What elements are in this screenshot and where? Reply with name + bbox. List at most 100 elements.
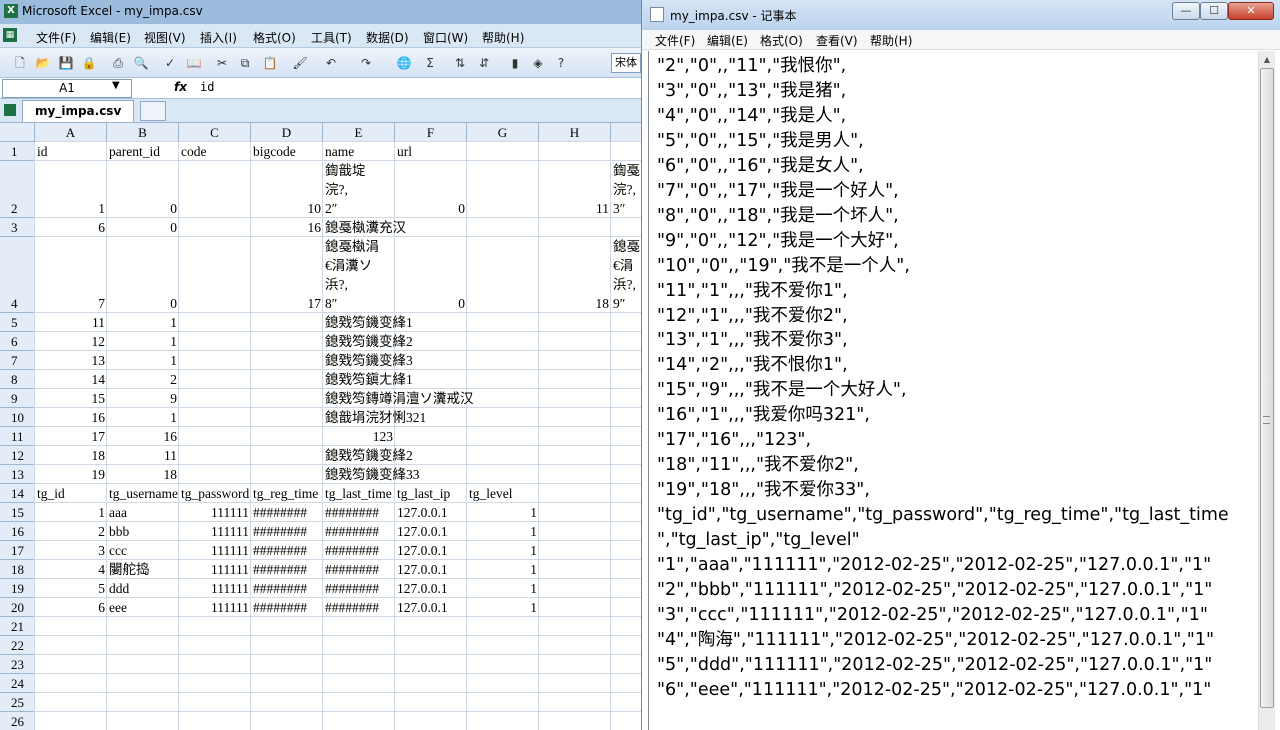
cell[interactable]: 鎴戣笉鏄竴涓澶ソ瀵戒汉	[323, 389, 543, 408]
row-header-7[interactable]: 7	[0, 351, 35, 370]
undo-icon[interactable]: ↶	[323, 55, 339, 71]
cell[interactable]: 7	[35, 237, 107, 313]
row-header-3[interactable]: 3	[0, 218, 35, 237]
row-header-2[interactable]: 2	[0, 161, 35, 218]
drawing-icon[interactable]: ◈	[530, 55, 546, 71]
cell[interactable]: 5	[35, 579, 107, 598]
row-header-25[interactable]: 25	[0, 693, 35, 712]
cell[interactable]: 鍧戠埞 浣?, 2″	[323, 161, 395, 218]
cell[interactable]: 127.0.0.1	[395, 579, 467, 598]
cell[interactable]: 111111	[179, 522, 251, 541]
cell[interactable]: 127.0.0.1	[395, 560, 467, 579]
row-header-26[interactable]: 26	[0, 712, 35, 730]
cell[interactable]: ########	[251, 503, 323, 522]
cell[interactable]: parent_id	[107, 142, 179, 161]
cut-icon[interactable]: ✂	[214, 55, 230, 71]
scroll-up-icon[interactable]: ▲	[1259, 51, 1275, 68]
cell[interactable]: ########	[251, 560, 323, 579]
cell[interactable]: tg_id	[35, 484, 107, 503]
cell[interactable]: 17	[251, 237, 323, 313]
cell[interactable]: 1	[35, 161, 107, 218]
cell[interactable]: 11	[539, 161, 611, 218]
cell[interactable]: 0	[107, 161, 179, 218]
excel-app-icon[interactable]: X	[4, 4, 18, 18]
cell[interactable]: 15	[35, 389, 107, 408]
cell[interactable]: name	[323, 142, 395, 161]
cell[interactable]: ccc	[107, 541, 179, 560]
cell[interactable]: 19	[35, 465, 107, 484]
save-icon[interactable]: 💾	[58, 55, 74, 71]
cell[interactable]: 0	[395, 161, 467, 218]
cell[interactable]: ########	[251, 522, 323, 541]
column-header-H[interactable]: H	[539, 123, 611, 142]
column-header-C[interactable]: C	[179, 123, 251, 142]
cell[interactable]: 鎴戣笉鐖变綘2	[323, 332, 543, 351]
cell[interactable]: 1	[467, 541, 539, 560]
cell[interactable]: 127.0.0.1	[395, 598, 467, 617]
spreadsheet-grid[interactable]: A B C D E F G H 1 2 3 4 5 6 7 8 9 10 11 12 13 14 15 16 17 18 19 20 2…	[0, 123, 641, 730]
row-header-13[interactable]: 13	[0, 465, 35, 484]
cell[interactable]: 1	[467, 560, 539, 579]
cell[interactable]: 18	[107, 465, 179, 484]
cell[interactable]: bbb	[107, 522, 179, 541]
column-header-A[interactable]: A	[35, 123, 107, 142]
row-header-12[interactable]: 12	[0, 446, 35, 465]
np-menu-format[interactable]: 格式(O)	[760, 32, 803, 49]
row-header-18[interactable]: 18	[0, 560, 35, 579]
cell[interactable]: ########	[323, 579, 395, 598]
tab-my-impa[interactable]: my_impa.csv	[22, 100, 134, 122]
notepad-line[interactable]: "11","1",,,"我不爱你1",	[657, 279, 1257, 304]
cell[interactable]: 1	[107, 408, 179, 427]
spelling-icon[interactable]: ✓	[162, 55, 178, 71]
notepad-line[interactable]: "2","0",,"11","我恨你",	[657, 54, 1257, 79]
cell[interactable]: 127.0.0.1	[395, 503, 467, 522]
cell[interactable]: 6	[35, 218, 107, 237]
column-header-partial[interactable]	[611, 123, 641, 142]
workbook-icon[interactable]: ▦	[3, 28, 17, 42]
notepad-line[interactable]: ","tg_last_ip","tg_level"	[657, 528, 1257, 553]
permission-icon[interactable]: 🔒	[81, 55, 97, 71]
cell[interactable]: 闄舵捣	[107, 560, 179, 579]
cell[interactable]: 鎴戣笉鐖变綘1	[323, 313, 543, 332]
cell[interactable]: 11	[107, 446, 179, 465]
cell[interactable]: 111111	[179, 541, 251, 560]
new-workbook-tab[interactable]	[140, 101, 166, 121]
notepad-line[interactable]: "6","0",,"16","我是女人",	[657, 154, 1257, 179]
cell[interactable]: code	[179, 142, 251, 161]
notepad-line[interactable]: "7","0",,"17","我是一个好人",	[657, 179, 1257, 204]
cell[interactable]: tg_last_time	[323, 484, 395, 503]
row-header-20[interactable]: 20	[0, 598, 35, 617]
cell[interactable]: tg_reg_time	[251, 484, 323, 503]
row-header-9[interactable]: 9	[0, 389, 35, 408]
cell[interactable]: 鎴戣笉鎭ㄤ綘1	[323, 370, 543, 389]
cell[interactable]: ########	[323, 522, 395, 541]
cell[interactable]: bigcode	[251, 142, 323, 161]
cell[interactable]: ########	[323, 598, 395, 617]
close-icon[interactable]: ✕	[1228, 2, 1274, 20]
cell[interactable]: 鎴戞槸涓 €涓瀵ソ 浜?, 8″	[323, 237, 395, 313]
redo-icon[interactable]: ↷	[358, 55, 374, 71]
cell[interactable]: tg_last_ip	[395, 484, 467, 503]
cell[interactable]: ########	[251, 579, 323, 598]
notepad-line[interactable]: "1","aaa","111111","2012-02-25","2012-02…	[657, 553, 1257, 578]
cell[interactable]: aaa	[107, 503, 179, 522]
minimize-icon[interactable]: —	[1172, 2, 1200, 20]
copy-icon[interactable]: ⧉	[237, 55, 253, 71]
notepad-line[interactable]: "4","陶海","111111","2012-02-25","2012-02-…	[657, 628, 1257, 653]
maximize-icon[interactable]: ☐	[1200, 2, 1228, 20]
notepad-app-icon[interactable]	[650, 7, 664, 22]
cell[interactable]: url	[395, 142, 467, 161]
excel-title-bar[interactable]: X Microsoft Excel - my_impa.csv	[0, 0, 641, 24]
open-icon[interactable]: 📂	[35, 55, 51, 71]
cell[interactable]: 1	[35, 503, 107, 522]
notepad-line[interactable]: "9","0",,"12","我是一个大好",	[657, 229, 1257, 254]
notepad-line[interactable]: "18","11",,,"我不爱你2",	[657, 453, 1257, 478]
row-header-4[interactable]: 4	[0, 237, 35, 313]
row-header-8[interactable]: 8	[0, 370, 35, 389]
row-header-10[interactable]: 10	[0, 408, 35, 427]
notepad-line[interactable]: "4","0",,"14","我是人",	[657, 104, 1257, 129]
cell[interactable]: 127.0.0.1	[395, 522, 467, 541]
select-all-corner[interactable]	[0, 123, 35, 142]
cell[interactable]: 12	[35, 332, 107, 351]
chart-icon[interactable]: ▮	[507, 55, 523, 71]
